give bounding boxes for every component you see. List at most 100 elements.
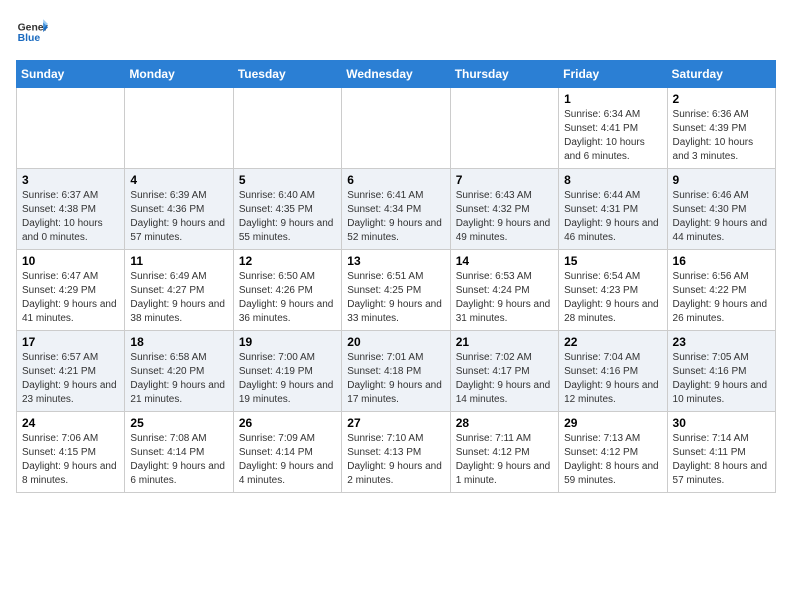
calendar-week-row: 3Sunrise: 6:37 AM Sunset: 4:38 PM Daylig…: [17, 169, 776, 250]
day-number: 3: [22, 173, 119, 187]
day-number: 29: [564, 416, 661, 430]
day-number: 28: [456, 416, 553, 430]
day-number: 2: [673, 92, 770, 106]
calendar-day-cell: 10 Sunrise: 6:47 AM Sunset: 4:29 PM Dayli…: [17, 250, 125, 331]
day-number: 16: [673, 254, 770, 268]
day-info: Sunrise: 6:46 AM Sunset: 4:30 PM Dayligh…: [673, 189, 770, 245]
day-info: Sunrise: 6:54 AM Sunset: 4:23 PM Dayligh…: [564, 270, 661, 326]
day-number: 20: [347, 335, 444, 349]
calendar-week-row: 24Sunrise: 7:06 AM Sunset: 4:15 PM Dayli…: [17, 412, 776, 493]
weekday-header-saturday: Saturday: [667, 61, 775, 88]
day-info: Sunrise: 6:56 AM Sunset: 4:22 PM Dayligh…: [673, 270, 770, 326]
day-number: 9: [673, 173, 770, 187]
day-info: Sunrise: 6:49 AM Sunset: 4:27 PM Dayligh…: [130, 270, 227, 326]
calendar-day-cell: 29Sunrise: 7:13 AM Sunset: 4:12 PM Dayli…: [559, 412, 667, 493]
day-info: Sunrise: 6:58 AM Sunset: 4:20 PM Dayligh…: [130, 351, 227, 407]
calendar-day-cell: 11 Sunrise: 6:49 AM Sunset: 4:27 PM Dayli…: [125, 250, 233, 331]
day-info: Sunrise: 6:51 AM Sunset: 4:25 PM Dayligh…: [347, 270, 444, 326]
day-number: 25: [130, 416, 227, 430]
day-number: 10: [22, 254, 119, 268]
day-info: Sunrise: 6:39 AM Sunset: 4:36 PM Dayligh…: [130, 189, 227, 245]
weekday-header-wednesday: Wednesday: [342, 61, 450, 88]
page-header: General Blue: [16, 16, 776, 48]
day-number: 26: [239, 416, 336, 430]
calendar-day-cell: 21Sunrise: 7:02 AM Sunset: 4:17 PM Dayli…: [450, 331, 558, 412]
calendar-day-cell: 26 Sunrise: 7:09 AM Sunset: 4:14 PM Dayli…: [233, 412, 341, 493]
calendar-table: SundayMondayTuesdayWednesdayThursdayFrid…: [16, 60, 776, 493]
calendar-day-cell: [233, 88, 341, 169]
weekday-header-sunday: Sunday: [17, 61, 125, 88]
calendar-day-cell: 30 Sunrise: 7:14 AM Sunset: 4:11 PM Dayli…: [667, 412, 775, 493]
calendar-day-cell: 19 Sunrise: 7:00 AM Sunset: 4:19 PM Dayli…: [233, 331, 341, 412]
day-info: Sunrise: 7:05 AM Sunset: 4:16 PM Dayligh…: [673, 351, 770, 407]
day-info: Sunrise: 7:14 AM Sunset: 4:11 PM Dayligh…: [673, 432, 770, 488]
calendar-week-row: 10 Sunrise: 6:47 AM Sunset: 4:29 PM Dayli…: [17, 250, 776, 331]
day-info: Sunrise: 6:57 AM Sunset: 4:21 PM Dayligh…: [22, 351, 119, 407]
calendar-day-cell: 24Sunrise: 7:06 AM Sunset: 4:15 PM Dayli…: [17, 412, 125, 493]
calendar-week-row: 1Sunrise: 6:34 AM Sunset: 4:41 PM Daylig…: [17, 88, 776, 169]
day-number: 18: [130, 335, 227, 349]
day-number: 21: [456, 335, 553, 349]
day-number: 7: [456, 173, 553, 187]
calendar-day-cell: 2Sunrise: 6:36 AM Sunset: 4:39 PM Daylig…: [667, 88, 775, 169]
day-info: Sunrise: 6:34 AM Sunset: 4:41 PM Dayligh…: [564, 108, 661, 164]
calendar-day-cell: 15 Sunrise: 6:54 AM Sunset: 4:23 PM Dayli…: [559, 250, 667, 331]
day-number: 5: [239, 173, 336, 187]
calendar-day-cell: 14Sunrise: 6:53 AM Sunset: 4:24 PM Dayli…: [450, 250, 558, 331]
day-number: 11: [130, 254, 227, 268]
calendar-day-cell: 27 Sunrise: 7:10 AM Sunset: 4:13 PM Dayli…: [342, 412, 450, 493]
day-number: 12: [239, 254, 336, 268]
day-info: Sunrise: 7:10 AM Sunset: 4:13 PM Dayligh…: [347, 432, 444, 488]
calendar-day-cell: 8 Sunrise: 6:44 AM Sunset: 4:31 PM Daylig…: [559, 169, 667, 250]
calendar-day-cell: 22 Sunrise: 7:04 AM Sunset: 4:16 PM Dayli…: [559, 331, 667, 412]
weekday-header-monday: Monday: [125, 61, 233, 88]
calendar-day-cell: 20 Sunrise: 7:01 AM Sunset: 4:18 PM Dayli…: [342, 331, 450, 412]
day-info: Sunrise: 7:04 AM Sunset: 4:16 PM Dayligh…: [564, 351, 661, 407]
day-number: 8: [564, 173, 661, 187]
calendar-day-cell: [125, 88, 233, 169]
day-number: 13: [347, 254, 444, 268]
calendar-day-cell: 13 Sunrise: 6:51 AM Sunset: 4:25 PM Dayli…: [342, 250, 450, 331]
day-info: Sunrise: 7:11 AM Sunset: 4:12 PM Dayligh…: [456, 432, 553, 488]
calendar-day-cell: 25 Sunrise: 7:08 AM Sunset: 4:14 PM Dayli…: [125, 412, 233, 493]
day-info: Sunrise: 6:50 AM Sunset: 4:26 PM Dayligh…: [239, 270, 336, 326]
calendar-week-row: 17 Sunrise: 6:57 AM Sunset: 4:21 PM Dayli…: [17, 331, 776, 412]
day-number: 17: [22, 335, 119, 349]
calendar-day-cell: [450, 88, 558, 169]
day-info: Sunrise: 7:01 AM Sunset: 4:18 PM Dayligh…: [347, 351, 444, 407]
weekday-header-tuesday: Tuesday: [233, 61, 341, 88]
calendar-day-cell: 1Sunrise: 6:34 AM Sunset: 4:41 PM Daylig…: [559, 88, 667, 169]
calendar-day-cell: 6Sunrise: 6:41 AM Sunset: 4:34 PM Daylig…: [342, 169, 450, 250]
day-number: 19: [239, 335, 336, 349]
day-number: 30: [673, 416, 770, 430]
weekday-header-friday: Friday: [559, 61, 667, 88]
day-info: Sunrise: 6:53 AM Sunset: 4:24 PM Dayligh…: [456, 270, 553, 326]
calendar-day-cell: 17 Sunrise: 6:57 AM Sunset: 4:21 PM Dayli…: [17, 331, 125, 412]
calendar-day-cell: 5 Sunrise: 6:40 AM Sunset: 4:35 PM Daylig…: [233, 169, 341, 250]
calendar-day-cell: 4 Sunrise: 6:39 AM Sunset: 4:36 PM Daylig…: [125, 169, 233, 250]
day-info: Sunrise: 6:44 AM Sunset: 4:31 PM Dayligh…: [564, 189, 661, 245]
day-info: Sunrise: 7:08 AM Sunset: 4:14 PM Dayligh…: [130, 432, 227, 488]
day-info: Sunrise: 7:09 AM Sunset: 4:14 PM Dayligh…: [239, 432, 336, 488]
calendar-day-cell: 9 Sunrise: 6:46 AM Sunset: 4:30 PM Daylig…: [667, 169, 775, 250]
day-number: 15: [564, 254, 661, 268]
day-info: Sunrise: 6:40 AM Sunset: 4:35 PM Dayligh…: [239, 189, 336, 245]
day-number: 23: [673, 335, 770, 349]
calendar-day-cell: 28 Sunrise: 7:11 AM Sunset: 4:12 PM Dayli…: [450, 412, 558, 493]
day-info: Sunrise: 7:00 AM Sunset: 4:19 PM Dayligh…: [239, 351, 336, 407]
day-number: 22: [564, 335, 661, 349]
day-info: Sunrise: 6:47 AM Sunset: 4:29 PM Dayligh…: [22, 270, 119, 326]
weekday-header-thursday: Thursday: [450, 61, 558, 88]
calendar-day-cell: 23 Sunrise: 7:05 AM Sunset: 4:16 PM Dayli…: [667, 331, 775, 412]
svg-text:Blue: Blue: [18, 33, 41, 44]
calendar-day-cell: 12 Sunrise: 6:50 AM Sunset: 4:26 PM Dayli…: [233, 250, 341, 331]
day-number: 27: [347, 416, 444, 430]
calendar-day-cell: 3Sunrise: 6:37 AM Sunset: 4:38 PM Daylig…: [17, 169, 125, 250]
day-info: Sunrise: 6:41 AM Sunset: 4:34 PM Dayligh…: [347, 189, 444, 245]
logo: General Blue: [16, 16, 48, 48]
logo-icon: General Blue: [16, 16, 48, 48]
calendar-day-cell: [342, 88, 450, 169]
day-number: 4: [130, 173, 227, 187]
weekday-header-row: SundayMondayTuesdayWednesdayThursdayFrid…: [17, 61, 776, 88]
day-info: Sunrise: 6:43 AM Sunset: 4:32 PM Dayligh…: [456, 189, 553, 245]
